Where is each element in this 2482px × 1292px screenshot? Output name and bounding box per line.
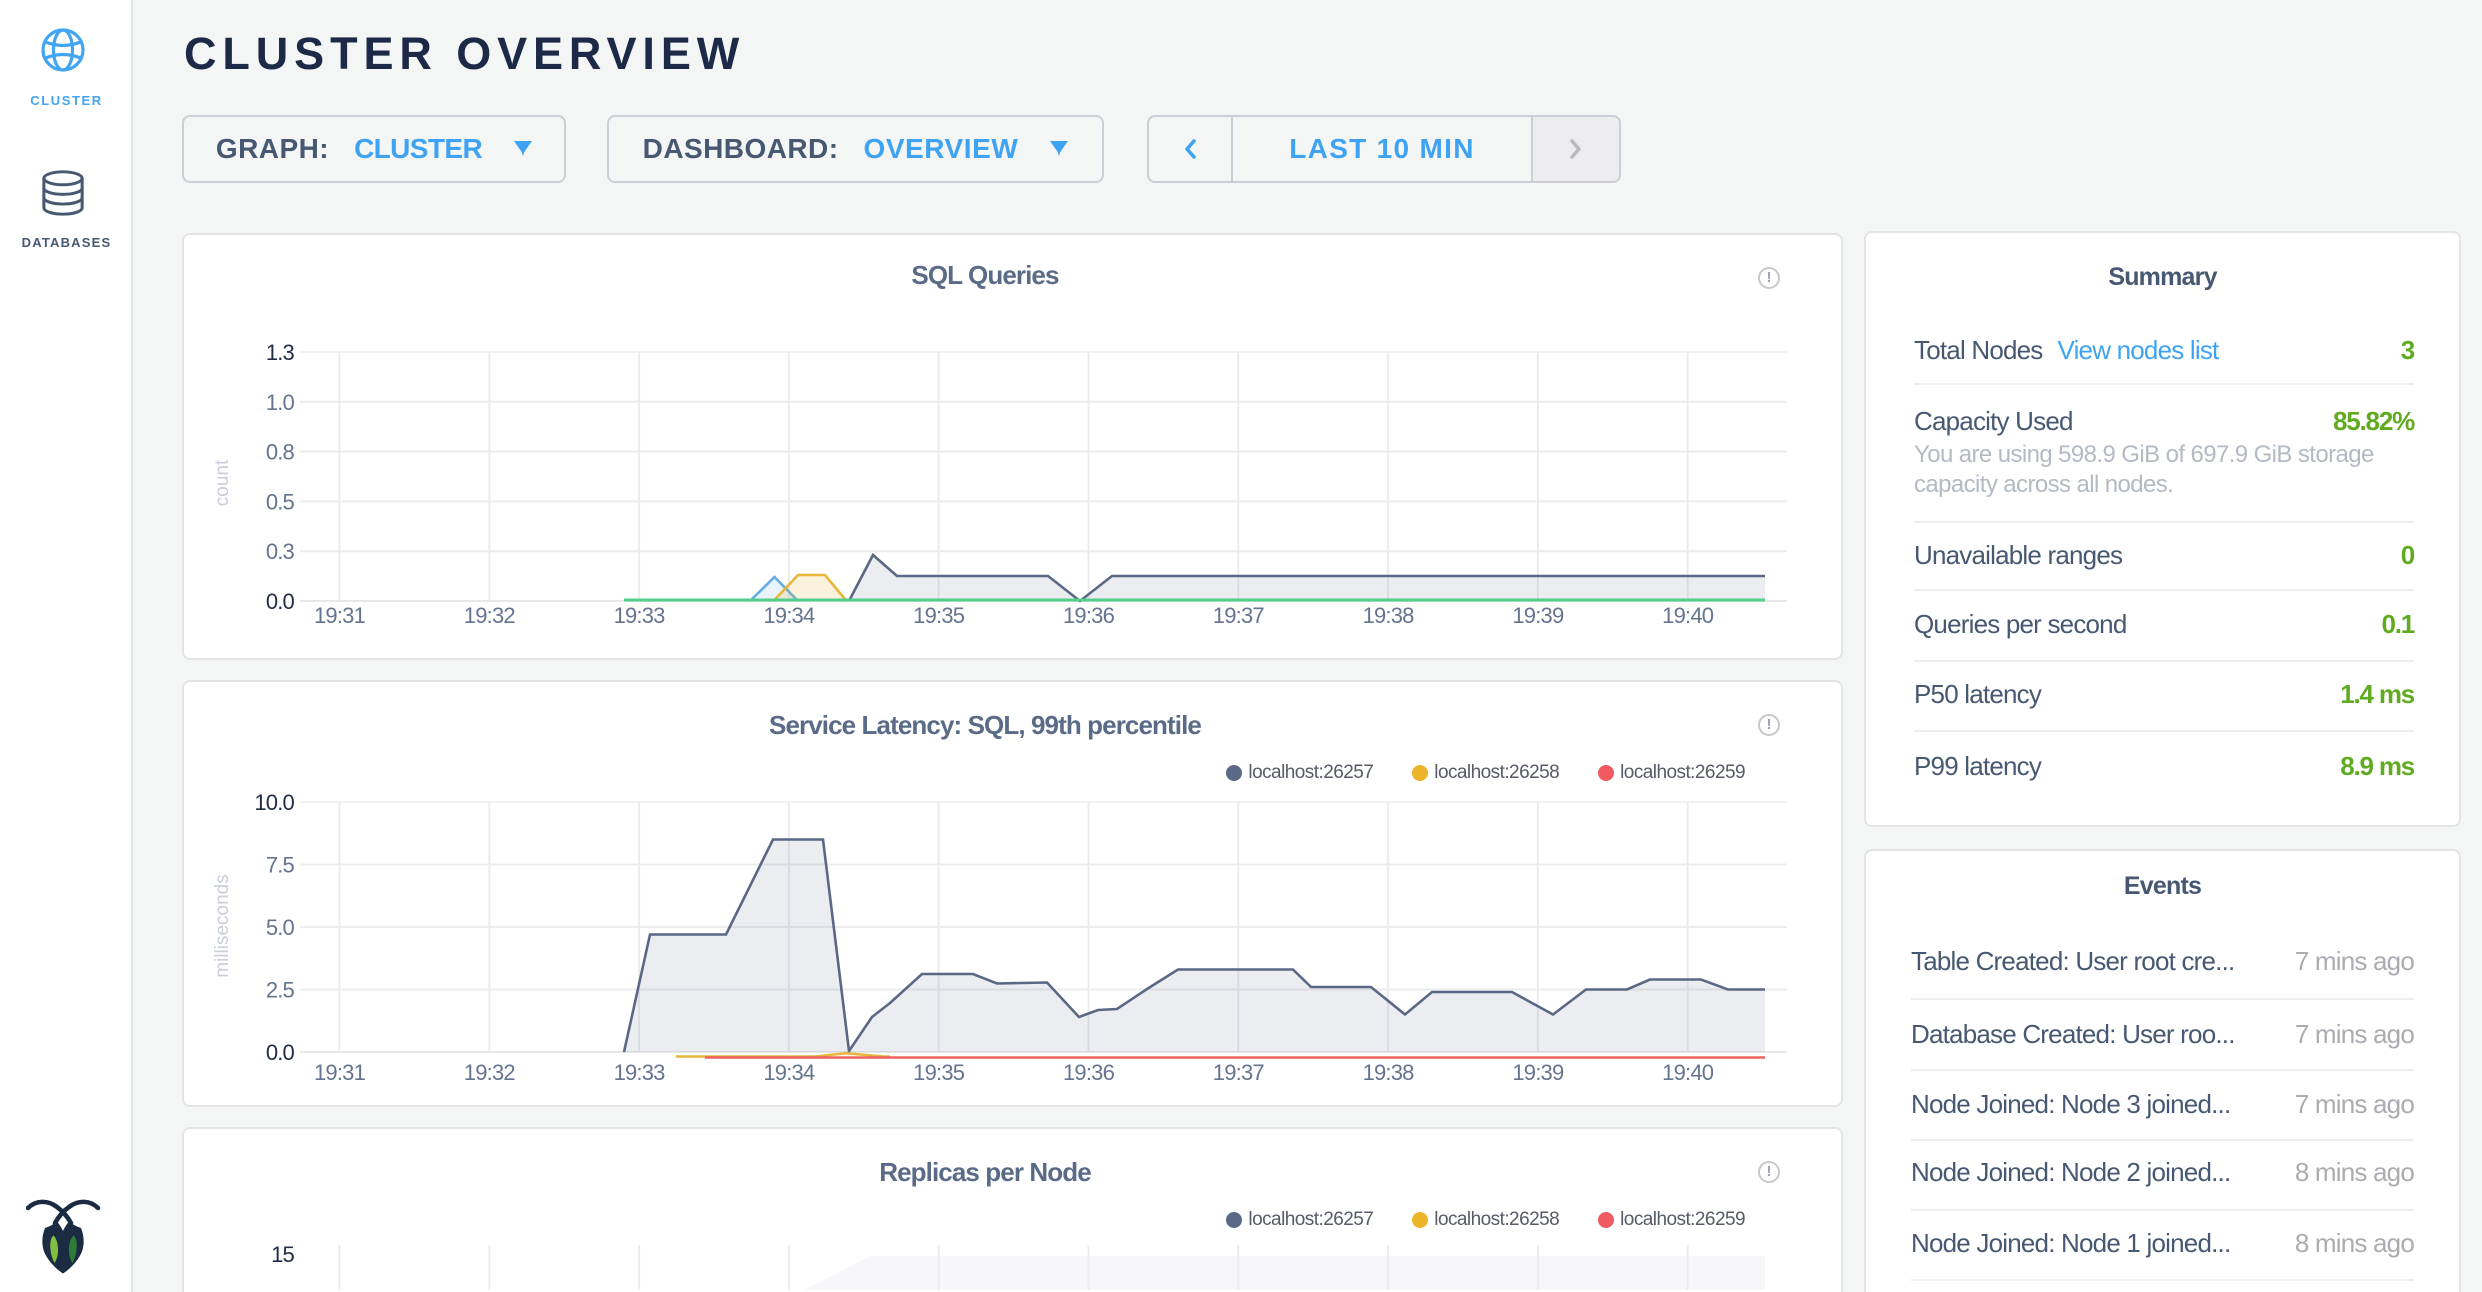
svg-text:10: 10 xyxy=(271,1286,294,1290)
svg-text:0.0: 0.0 xyxy=(266,589,295,614)
svg-text:2.5: 2.5 xyxy=(266,978,295,1003)
svg-text:19:38: 19:38 xyxy=(1363,603,1415,628)
svg-text:19:33: 19:33 xyxy=(614,603,666,628)
svg-text:19:32: 19:32 xyxy=(464,603,516,628)
svg-text:19:31: 19:31 xyxy=(314,603,366,628)
svg-text:19:40: 19:40 xyxy=(1662,1060,1714,1085)
svg-text:5.0: 5.0 xyxy=(266,915,295,940)
svg-text:0.5: 0.5 xyxy=(266,489,295,514)
svg-text:19:35: 19:35 xyxy=(913,1060,965,1085)
svg-text:1.0: 1.0 xyxy=(266,390,295,415)
svg-text:19:32: 19:32 xyxy=(464,1060,516,1085)
svg-text:1.3: 1.3 xyxy=(266,340,295,365)
svg-text:0.0: 0.0 xyxy=(266,1040,295,1065)
svg-text:19:31: 19:31 xyxy=(314,1060,366,1085)
svg-text:10.0: 10.0 xyxy=(254,790,294,815)
svg-text:19:40: 19:40 xyxy=(1662,603,1714,628)
svg-text:19:34: 19:34 xyxy=(763,603,815,628)
svg-text:7.5: 7.5 xyxy=(266,853,295,878)
svg-text:19:39: 19:39 xyxy=(1512,603,1564,628)
svg-text:19:35: 19:35 xyxy=(913,603,965,628)
svg-text:19:38: 19:38 xyxy=(1363,1060,1415,1085)
svg-text:19:33: 19:33 xyxy=(614,1060,666,1085)
svg-text:19:37: 19:37 xyxy=(1213,1060,1265,1085)
svg-text:milliseconds: milliseconds xyxy=(212,874,233,977)
svg-text:count: count xyxy=(212,459,233,506)
svg-text:19:34: 19:34 xyxy=(763,1060,815,1085)
svg-text:15: 15 xyxy=(271,1242,294,1267)
svg-text:19:36: 19:36 xyxy=(1063,603,1115,628)
svg-text:0.3: 0.3 xyxy=(266,539,295,564)
svg-text:19:36: 19:36 xyxy=(1063,1060,1115,1085)
svg-text:19:37: 19:37 xyxy=(1213,603,1265,628)
svg-text:0.8: 0.8 xyxy=(266,440,295,465)
svg-text:19:39: 19:39 xyxy=(1512,1060,1564,1085)
